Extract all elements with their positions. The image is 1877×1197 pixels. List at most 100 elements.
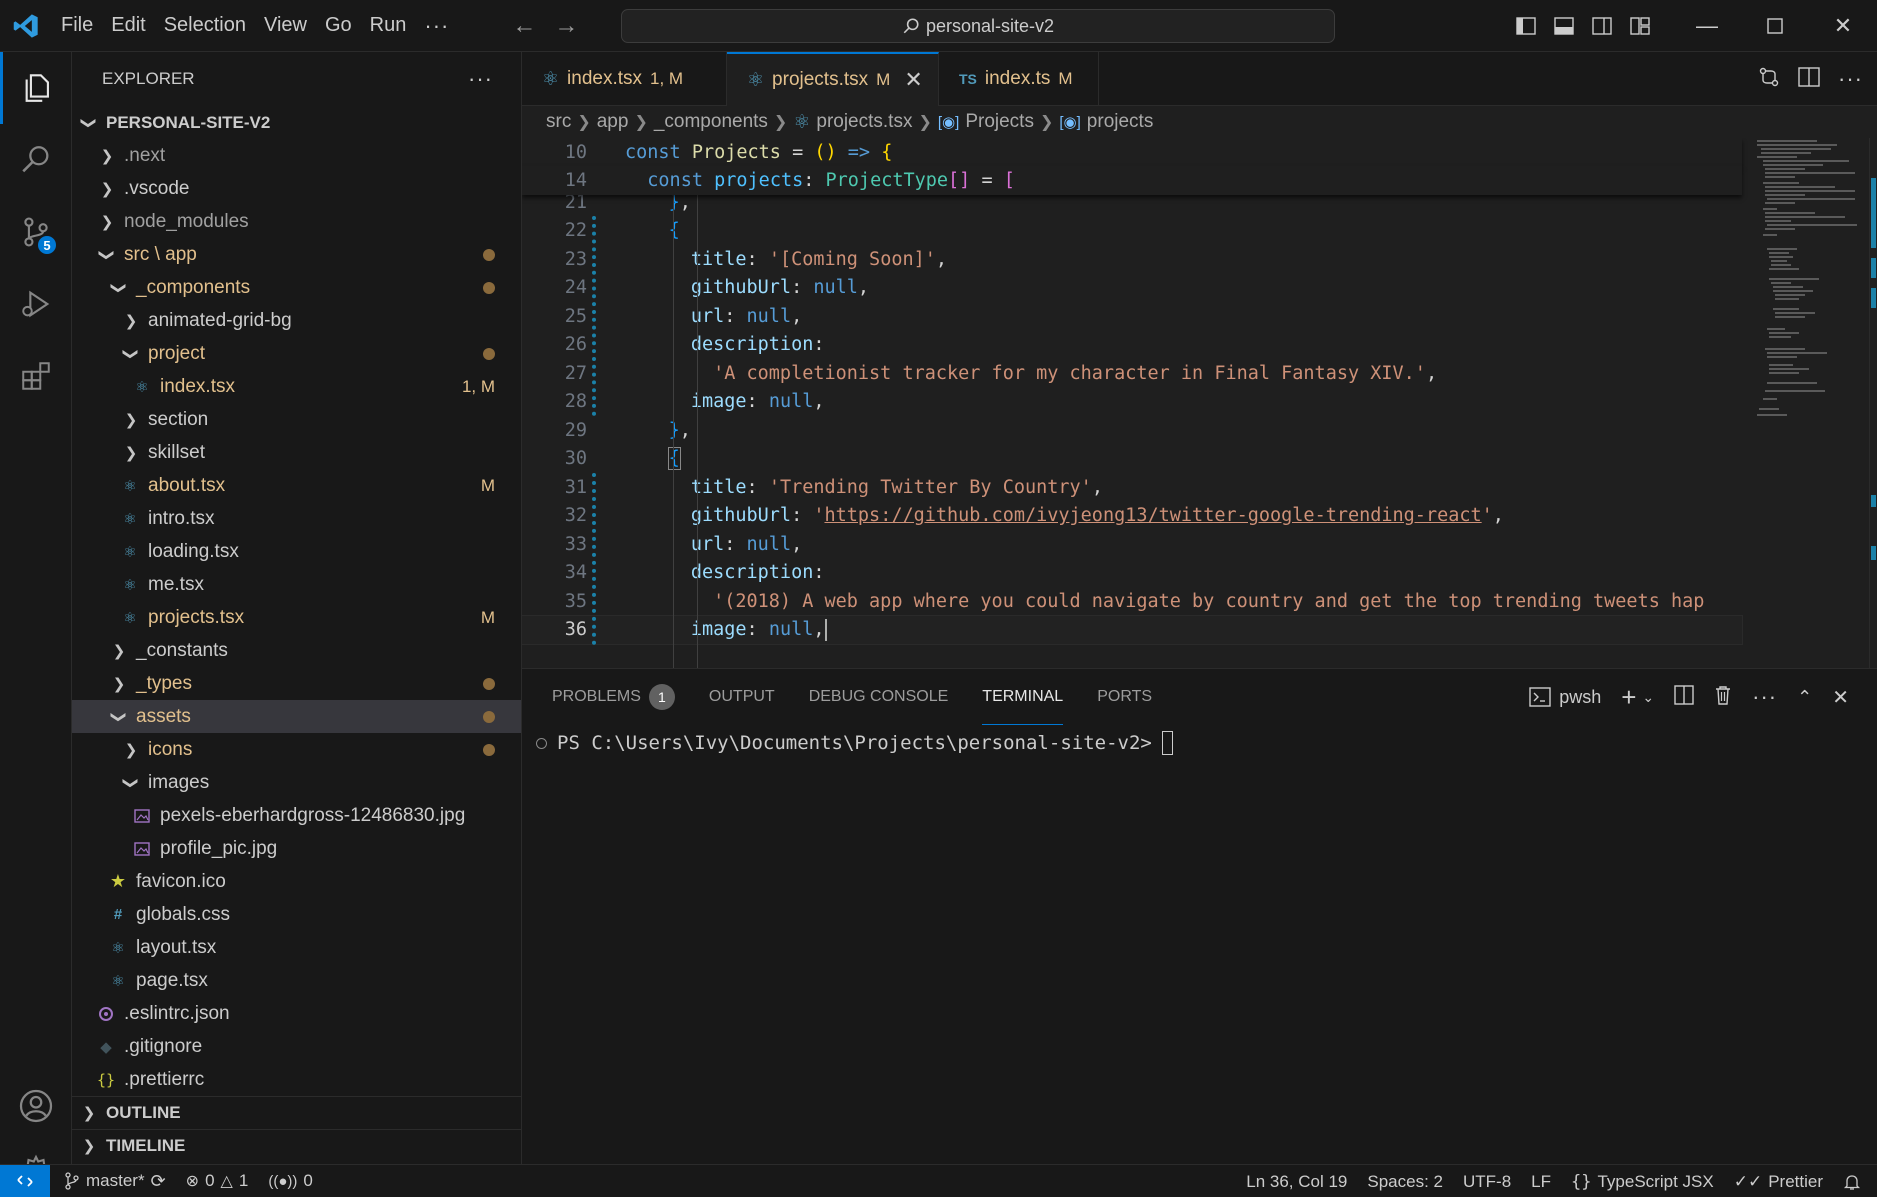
breadcrumb-item[interactable]: projects xyxy=(1087,111,1154,133)
split-editor-icon[interactable] xyxy=(1798,66,1820,92)
tree-item-section[interactable]: ❯ section xyxy=(72,403,521,436)
toggle-panel-icon[interactable] xyxy=(1545,0,1583,52)
toggle-secondary-sidebar-icon[interactable] xyxy=(1583,0,1621,52)
editor-more-icon[interactable]: ··· xyxy=(1838,66,1863,92)
sync-icon[interactable]: ⟳ xyxy=(151,1171,166,1192)
tree-item-about-tsx[interactable]: ⚛ about.tsx M xyxy=(72,469,521,502)
tree-item-layout-tsx[interactable]: ⚛ layout.tsx xyxy=(72,931,521,964)
split-terminal-icon[interactable] xyxy=(1674,684,1694,710)
tab-output[interactable]: OUTPUT xyxy=(709,669,775,725)
code-editor[interactable]: 10 const Projects = () => { 14 const pro… xyxy=(522,138,1877,668)
tree-item-favicon-ico[interactable]: ★ favicon.ico xyxy=(72,865,521,898)
maximize-panel-icon[interactable]: ⌃ xyxy=(1797,687,1812,708)
tab-problems[interactable]: PROBLEMS 1 xyxy=(552,669,675,725)
forward-arrow-icon[interactable]: → xyxy=(552,12,580,40)
tree-item-globals-css[interactable]: # globals.css xyxy=(72,898,521,931)
tab-debug-console[interactable]: DEBUG CONSOLE xyxy=(809,669,949,725)
language-mode[interactable]: {} TypeScript JSX xyxy=(1561,1165,1724,1197)
tree-item-components[interactable]: ❯ _components xyxy=(72,271,521,304)
panel-more-icon[interactable]: ··· xyxy=(1752,684,1777,710)
breadcrumb-item[interactable]: _components xyxy=(654,111,768,133)
tree-item-node-modules[interactable]: ❯ node_modules xyxy=(72,205,521,238)
tree-item-projects-tsx[interactable]: ⚛ projects.tsx M xyxy=(72,601,521,634)
outline-section[interactable]: ❯ OUTLINE xyxy=(72,1096,522,1129)
code-line[interactable]: 27 'A completionist tracker for my chara… xyxy=(522,359,1742,388)
breadcrumb-item[interactable]: src xyxy=(546,111,571,133)
code-line[interactable]: 34 description: xyxy=(522,559,1742,588)
menu-selection[interactable]: Selection xyxy=(155,14,255,37)
back-arrow-icon[interactable]: ← xyxy=(510,12,538,40)
tree-item-prettierrc[interactable]: {} .prettierrc xyxy=(72,1063,521,1096)
tab-projects-tsx[interactable]: ⚛ projects.tsx M ✕ xyxy=(727,52,939,106)
close-window-icon[interactable]: ✕ xyxy=(1809,0,1877,52)
cursor-position[interactable]: Ln 36, Col 19 xyxy=(1236,1165,1357,1197)
toggle-primary-sidebar-icon[interactable] xyxy=(1507,0,1545,52)
breadcrumb-item[interactable]: projects.tsx xyxy=(816,111,912,133)
notifications-bell-icon[interactable] xyxy=(1833,1165,1877,1197)
customize-layout-icon[interactable] xyxy=(1621,0,1659,52)
tree-item-project[interactable]: ❯ project xyxy=(72,337,521,370)
tree-item-assets[interactable]: ❯ assets xyxy=(72,700,521,733)
sticky-line[interactable]: 14 const projects: ProjectType[] = [ xyxy=(522,166,1742,195)
tree-item-next[interactable]: ❯ .next xyxy=(72,139,521,172)
close-panel-icon[interactable]: ✕ xyxy=(1832,685,1849,710)
encoding-status[interactable]: UTF-8 xyxy=(1453,1165,1521,1197)
explorer-more-button[interactable]: ··· xyxy=(468,66,493,92)
sticky-line[interactable]: 10 const Projects = () => { xyxy=(522,138,1742,167)
minimize-icon[interactable]: — xyxy=(1673,0,1741,52)
tree-item-eslintrc-json[interactable]: .eslintrc.json xyxy=(72,997,521,1030)
tree-item-images[interactable]: ❯ images xyxy=(72,766,521,799)
new-terminal-icon[interactable]: + xyxy=(1621,682,1636,713)
menu-view[interactable]: View xyxy=(255,14,316,37)
prettier-status[interactable]: ✓✓ Prettier xyxy=(1724,1165,1833,1197)
source-control-icon[interactable]: 5 xyxy=(0,196,72,268)
tab-index-ts[interactable]: TS index.ts M xyxy=(939,52,1099,106)
tree-item-loading-tsx[interactable]: ⚛ loading.tsx xyxy=(72,535,521,568)
code-line[interactable]: 26 description: xyxy=(522,331,1742,360)
code-line[interactable]: 32 githubUrl: 'https://github.com/ivyjeo… xyxy=(522,502,1742,531)
branch-status[interactable]: master* ⟳ xyxy=(54,1165,176,1197)
tree-item-vscode[interactable]: ❯ .vscode xyxy=(72,172,521,205)
ports-status[interactable]: ((●)) 0 xyxy=(258,1165,323,1197)
code-line[interactable]: 35 '(2018) A web app where you could nav… xyxy=(522,587,1742,616)
tree-item-constants[interactable]: ❯ _constants xyxy=(72,634,521,667)
menu-run[interactable]: Run xyxy=(361,14,416,37)
indentation-status[interactable]: Spaces: 2 xyxy=(1357,1165,1453,1197)
tree-item-profile-pic-jpg[interactable]: profile_pic.jpg xyxy=(72,832,521,865)
code-line[interactable]: 24 githubUrl: null, xyxy=(522,274,1742,303)
terminal-output[interactable]: PS C:\Users\Ivy\Documents\Projects\perso… xyxy=(536,725,1173,761)
remote-indicator-icon[interactable] xyxy=(0,1164,50,1197)
open-changes-icon[interactable] xyxy=(1758,66,1780,93)
tab-ports[interactable]: PORTS xyxy=(1097,669,1152,725)
run-debug-icon[interactable] xyxy=(0,268,72,340)
trash-icon[interactable] xyxy=(1714,685,1732,710)
chevron-down-icon[interactable]: ⌄ xyxy=(1642,689,1654,706)
tab-terminal[interactable]: TERMINAL xyxy=(982,669,1064,725)
menu-go[interactable]: Go xyxy=(316,14,361,37)
tree-item-page-tsx[interactable]: ⚛ page.tsx xyxy=(72,964,521,997)
code-line[interactable]: 22 { xyxy=(522,217,1742,246)
breadcrumb-item[interactable]: Projects xyxy=(965,111,1034,133)
code-line[interactable]: 29 }, xyxy=(522,416,1742,445)
code-line[interactable]: 28 image: null, xyxy=(522,388,1742,417)
menu-edit[interactable]: Edit xyxy=(102,14,154,37)
code-line[interactable]: 25 url: null, xyxy=(522,302,1742,331)
maximize-icon[interactable] xyxy=(1741,0,1809,52)
tree-item-index-tsx[interactable]: ⚛ index.tsx 1, M xyxy=(72,370,521,403)
search-icon[interactable] xyxy=(0,124,72,196)
workspace-folder-header[interactable]: ❯ PERSONAL-SITE-V2 xyxy=(72,106,521,139)
tab-index-tsx[interactable]: ⚛ index.tsx 1, M xyxy=(522,52,727,106)
code-line[interactable]: 31 title: 'Trending Twitter By Country', xyxy=(522,473,1742,502)
menu-more-button[interactable]: ··· xyxy=(415,13,458,39)
close-tab-icon[interactable]: ✕ xyxy=(904,67,922,93)
timeline-section[interactable]: ❯ TIMELINE xyxy=(72,1129,522,1162)
tree-item-icons[interactable]: ❯ icons xyxy=(72,733,521,766)
explorer-icon[interactable] xyxy=(0,52,72,124)
minimap[interactable] xyxy=(1753,138,1863,668)
tree-item-types[interactable]: ❯ _types xyxy=(72,667,521,700)
tree-item-src-app[interactable]: ❯ src \ app xyxy=(72,238,521,271)
tree-item-gitignore[interactable]: ◆ .gitignore xyxy=(72,1030,521,1063)
code-line[interactable]: 30 { xyxy=(522,445,1742,474)
code-line-current[interactable]: 36 image: null, xyxy=(522,614,1743,645)
eol-status[interactable]: LF xyxy=(1521,1165,1561,1197)
